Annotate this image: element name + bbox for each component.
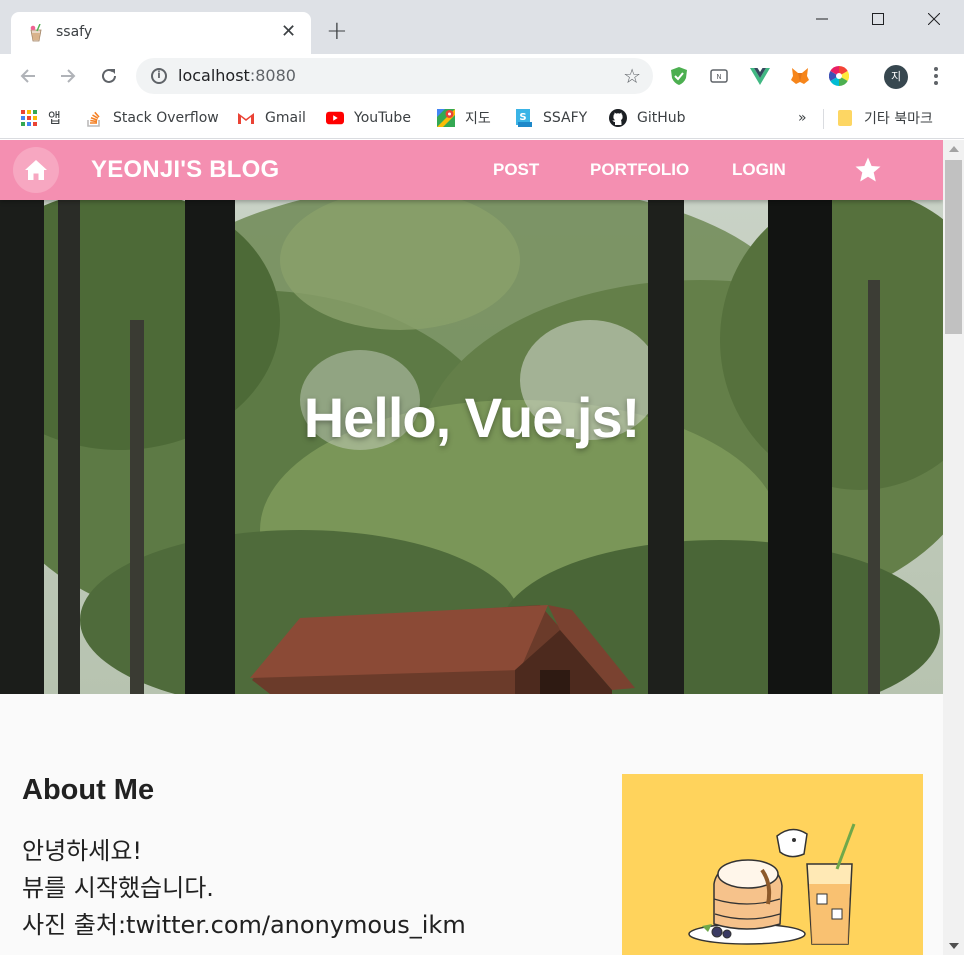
browser-tab-strip: ssafy ✕ + bbox=[0, 0, 964, 54]
tab-favicon-icon bbox=[30, 24, 42, 42]
url-text: localhost:8080 bbox=[178, 66, 296, 85]
site-info-icon[interactable]: i bbox=[151, 68, 167, 84]
hero-banner: Hello, Vue.js! bbox=[0, 200, 943, 694]
metamask-icon[interactable] bbox=[790, 66, 810, 86]
svg-text:S: S bbox=[519, 112, 526, 123]
gmail-icon bbox=[237, 109, 255, 127]
bookmark-other-folder[interactable]: 기타 북마크 bbox=[836, 107, 933, 129]
forward-icon[interactable] bbox=[56, 64, 80, 88]
about-illustration bbox=[622, 774, 923, 955]
bookmark-label: 앱 bbox=[48, 111, 61, 127]
bookmark-label: SSAFY bbox=[543, 110, 588, 126]
bookmark-stackoverflow[interactable]: Stack Overflow bbox=[85, 107, 219, 129]
scroll-up-arrow-icon[interactable] bbox=[949, 146, 959, 152]
pancake-drink-illustration bbox=[688, 823, 856, 945]
bookmark-youtube[interactable]: YouTube bbox=[326, 107, 411, 129]
bookmark-label: Gmail bbox=[265, 110, 306, 126]
shield-extension-icon[interactable] bbox=[669, 66, 689, 86]
scroll-down-arrow-icon[interactable] bbox=[949, 943, 959, 949]
home-icon bbox=[25, 160, 47, 180]
bookmark-apps[interactable]: 앱 bbox=[20, 107, 61, 129]
folder-icon bbox=[836, 109, 854, 127]
browser-menu-icon[interactable] bbox=[926, 64, 946, 88]
ssafy-icon: S bbox=[515, 109, 533, 127]
tab-title: ssafy bbox=[56, 24, 93, 40]
back-icon[interactable] bbox=[16, 64, 40, 88]
bookmark-star-icon[interactable]: ☆ bbox=[623, 64, 641, 88]
tab-extension-icon[interactable]: N bbox=[709, 66, 729, 86]
minimize-icon[interactable] bbox=[794, 0, 850, 38]
vue-devtools-icon[interactable] bbox=[750, 66, 770, 86]
about-text: 안녕하세요! 뷰를 시작했습니다. 사진 출처:twitter.com/anon… bbox=[22, 833, 466, 944]
bookmarks-bar: 앱 Stack Overflow Gmail YouTube 지도 S SSAF… bbox=[0, 99, 964, 139]
about-line: 사진 출처:twitter.com/anonymous_ikm bbox=[22, 911, 466, 939]
bookmark-gmail[interactable]: Gmail bbox=[237, 107, 306, 129]
bookmark-maps[interactable]: 지도 bbox=[437, 107, 491, 129]
address-bar[interactable]: i localhost:8080 ☆ bbox=[136, 58, 653, 94]
about-title: About Me bbox=[22, 774, 155, 806]
about-line: 안녕하세요! bbox=[22, 837, 143, 865]
bookmark-label: GitHub bbox=[637, 110, 686, 126]
bookmark-label: 기타 북마크 bbox=[864, 111, 933, 127]
bookmarks-divider bbox=[823, 109, 824, 129]
stackoverflow-icon bbox=[85, 109, 103, 127]
nav-login-link[interactable]: LOGIN bbox=[732, 160, 786, 180]
nav-portfolio-link[interactable]: PORTFOLIO bbox=[590, 160, 689, 180]
home-button[interactable] bbox=[13, 147, 59, 193]
browser-tab[interactable]: ssafy ✕ bbox=[11, 12, 311, 54]
bookmark-label: 지도 bbox=[465, 111, 491, 127]
bookmark-ssafy[interactable]: S SSAFY bbox=[515, 107, 587, 129]
svg-text:N: N bbox=[716, 73, 721, 81]
maps-icon bbox=[437, 109, 455, 127]
app-bar: YEONJI'S BLOG POST PORTFOLIO LOGIN bbox=[0, 140, 943, 200]
nav-post-link[interactable]: POST bbox=[493, 160, 539, 180]
bookmarks-overflow-button[interactable]: » bbox=[798, 107, 807, 129]
about-line: 뷰를 시작했습니다. bbox=[22, 874, 214, 902]
color-picker-icon[interactable] bbox=[829, 66, 849, 86]
browser-toolbar: i localhost:8080 ☆ N 지 bbox=[0, 54, 964, 99]
new-tab-icon[interactable]: + bbox=[326, 18, 348, 44]
brand-title[interactable]: YEONJI'S BLOG bbox=[91, 156, 279, 184]
page-scrollbar[interactable] bbox=[943, 140, 964, 955]
bookmark-label: Stack Overflow bbox=[113, 110, 219, 126]
profile-avatar[interactable]: 지 bbox=[884, 65, 908, 89]
maximize-icon[interactable] bbox=[850, 0, 906, 38]
bookmark-label: YouTube bbox=[354, 110, 411, 126]
favorite-star-icon[interactable] bbox=[854, 156, 882, 184]
apps-grid-icon bbox=[20, 109, 38, 127]
close-window-icon[interactable] bbox=[906, 0, 962, 38]
youtube-icon bbox=[326, 109, 344, 127]
hero-title: Hello, Vue.js! bbox=[303, 386, 641, 449]
reload-icon[interactable] bbox=[97, 64, 121, 88]
scrollbar-thumb[interactable] bbox=[945, 160, 962, 334]
tab-close-icon[interactable]: ✕ bbox=[281, 22, 296, 42]
page-viewport: YEONJI'S BLOG POST PORTFOLIO LOGIN Hello… bbox=[0, 140, 943, 955]
bookmark-github[interactable]: GitHub bbox=[609, 107, 686, 129]
github-icon bbox=[609, 109, 627, 127]
